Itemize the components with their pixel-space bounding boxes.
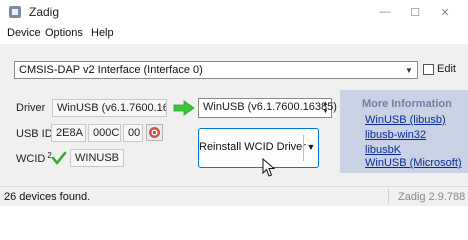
green-check-icon <box>51 151 67 165</box>
status-bar: 26 devices found. Zadig 2.9.788 <box>0 186 468 206</box>
split-button-divider <box>303 135 304 161</box>
mouse-cursor-icon <box>262 158 276 177</box>
version-text: Zadig 2.9.788 <box>398 191 466 203</box>
reinstall-driver-button[interactable]: Reinstall WCID Driver ▼ <box>198 128 319 168</box>
target-driver-select[interactable]: WinUSB (v6.1.7600.16385) ▲ ▼ <box>198 98 337 118</box>
more-information-panel: More Information WinUSB (libusb) libusb-… <box>340 90 468 173</box>
maximize-icon[interactable]: ☐ <box>400 0 430 24</box>
spin-down-icon[interactable]: ▼ <box>321 108 330 116</box>
device-select-value: CMSIS-DAP v2 Interface (Interface 0) <box>19 64 203 76</box>
wcid-label: WCID 2 <box>16 151 52 165</box>
link-winusb-libusb[interactable]: WinUSB (libusb) <box>365 114 446 126</box>
menu-help[interactable]: Help <box>91 27 114 39</box>
more-information-title: More Information <box>362 98 452 110</box>
green-right-arrow-icon <box>173 100 195 116</box>
zadig-window: Zadig — ☐ ✕ Device Options Help CMSIS-DA… <box>0 0 468 206</box>
usb-lookup-button[interactable] <box>146 124 163 141</box>
zadig-app-icon <box>9 6 21 18</box>
link-libusbk[interactable]: libusbK <box>365 144 401 156</box>
usb-id-label: USB ID <box>16 128 53 140</box>
wcid-field: WINUSB <box>70 149 124 167</box>
close-icon[interactable]: ✕ <box>430 0 460 24</box>
menu-bar: Device Options Help <box>0 24 468 44</box>
link-winusb-microsoft[interactable]: WinUSB (Microsoft) <box>365 157 462 169</box>
menu-device[interactable]: Device <box>7 27 41 39</box>
wcid-label-text: WCID <box>16 153 46 165</box>
usb-vid-field: 2E8A <box>51 124 86 142</box>
usb-lookup-icon <box>149 127 160 138</box>
target-driver-value: WinUSB (v6.1.7600.16385) <box>203 101 337 113</box>
usb-mi-field: 00 <box>123 124 143 142</box>
minimize-icon[interactable]: — <box>370 0 400 24</box>
menu-options[interactable]: Options <box>45 27 83 39</box>
driver-label: Driver <box>16 102 46 114</box>
title-bar: Zadig — ☐ ✕ <box>0 0 468 24</box>
current-driver-field: WinUSB (v6.1.7600.16385) <box>52 99 167 117</box>
status-text: 26 devices found. <box>4 191 91 203</box>
usb-pid-field: 000C <box>88 124 121 142</box>
window-title: Zadig <box>29 5 60 19</box>
spin-up-icon[interactable]: ▲ <box>321 100 330 108</box>
chevron-down-icon[interactable]: ▼ <box>306 141 316 153</box>
device-select[interactable]: CMSIS-DAP v2 Interface (Interface 0) ▼ <box>14 61 418 79</box>
edit-label[interactable]: Edit <box>437 63 456 75</box>
reinstall-driver-label: Reinstall WCID Driver <box>199 141 306 153</box>
link-libusb-win32[interactable]: libusb-win32 <box>365 129 426 141</box>
status-separator <box>388 189 389 204</box>
chevron-down-icon[interactable]: ▼ <box>403 63 415 77</box>
edit-checkbox[interactable] <box>423 64 434 75</box>
